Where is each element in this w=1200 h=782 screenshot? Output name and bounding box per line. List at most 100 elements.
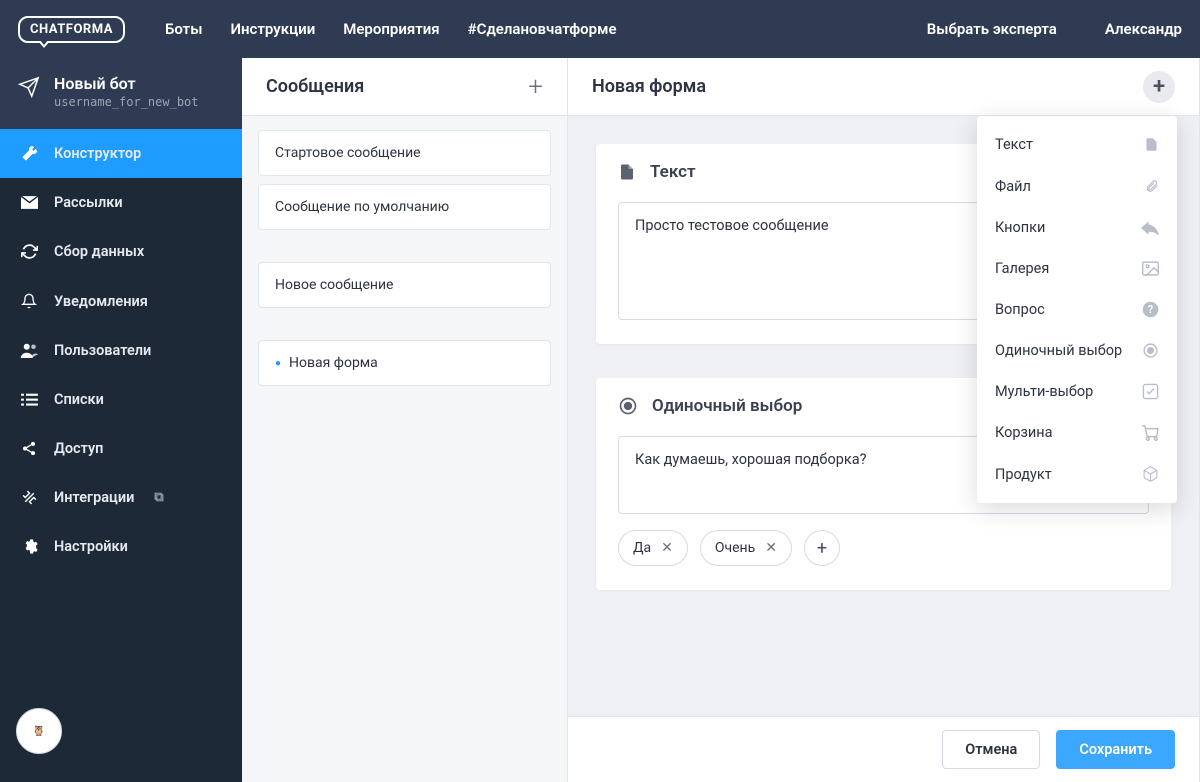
content: Сообщения + Стартовое сообщение Сообщени… bbox=[242, 58, 1200, 782]
avatar[interactable]: 🦉 bbox=[16, 708, 62, 754]
messages-column: Сообщения + Стартовое сообщение Сообщени… bbox=[242, 58, 568, 782]
messages-list: Стартовое сообщение Сообщение по умолчан… bbox=[242, 116, 567, 424]
dropdown-item-text[interactable]: Текст bbox=[977, 124, 1177, 165]
sidebar-item-lists[interactable]: Списки bbox=[0, 375, 242, 424]
share-icon bbox=[20, 440, 38, 457]
svg-text:?: ? bbox=[1148, 303, 1153, 316]
wrench-icon bbox=[20, 145, 38, 162]
choose-expert-link[interactable]: Выбрать эксперта bbox=[927, 20, 1057, 38]
dropdown-label: Продукт bbox=[995, 466, 1052, 483]
user-name[interactable]: Александр bbox=[1105, 20, 1182, 38]
sidebar-item-label: Списки bbox=[54, 391, 104, 408]
form-footer: Отмена Сохранить bbox=[568, 716, 1199, 782]
sidebar-item-label: Пользователи bbox=[54, 342, 151, 359]
option-chip[interactable]: Очень ✕ bbox=[700, 530, 792, 566]
dropdown-item-gallery[interactable]: Галерея bbox=[977, 248, 1177, 289]
dropdown-label: Текст bbox=[995, 136, 1033, 153]
dropdown-label: Одиночный выбор bbox=[995, 342, 1122, 359]
sidebar-item-broadcasts[interactable]: Рассылки bbox=[0, 178, 242, 227]
option-chip[interactable]: Да ✕ bbox=[618, 530, 688, 566]
nav-instructions[interactable]: Инструкции bbox=[230, 20, 315, 38]
dropdown-item-question[interactable]: Вопрос ? bbox=[977, 289, 1177, 330]
bot-header[interactable]: Новый бот username_for_new_bot bbox=[0, 58, 242, 129]
sidebar-item-users[interactable]: Пользователи bbox=[0, 326, 242, 375]
check-icon bbox=[1142, 383, 1159, 400]
option-label: Да bbox=[633, 540, 651, 556]
form-column: Новая форма + Текст Просто тестовое сооб… bbox=[568, 58, 1200, 782]
nav-hashtag[interactable]: #Сделановчатформе bbox=[468, 20, 617, 38]
dropdown-label: Вопрос bbox=[995, 301, 1045, 318]
refresh-icon bbox=[20, 243, 38, 260]
sidebar-item-label: Доступ bbox=[54, 440, 103, 457]
nav-events[interactable]: Мероприятия bbox=[343, 20, 439, 38]
sidebar-item-label: Конструктор bbox=[54, 145, 141, 162]
users-icon bbox=[20, 343, 38, 358]
remove-option-icon[interactable]: ✕ bbox=[661, 540, 673, 556]
bell-icon bbox=[20, 292, 38, 310]
sidebar-item-label: Рассылки bbox=[54, 194, 123, 211]
message-item-new-form[interactable]: Новая форма bbox=[258, 340, 551, 386]
dropdown-label: Кнопки bbox=[995, 219, 1045, 236]
nav-bots[interactable]: Боты bbox=[165, 20, 203, 38]
brand-logo[interactable]: CHATFORMA bbox=[18, 16, 125, 43]
dropdown-label: Мульти-выбор bbox=[995, 383, 1093, 400]
cart-icon bbox=[1141, 425, 1159, 441]
sidebar: Новый бот username_for_new_bot Конструкт… bbox=[0, 58, 242, 782]
messages-header: Сообщения + bbox=[242, 58, 567, 116]
add-message-button[interactable]: + bbox=[528, 72, 543, 102]
sidebar-item-settings[interactable]: Настройки bbox=[0, 522, 242, 571]
bot-title: Новый бот bbox=[54, 74, 199, 93]
sidebar-item-data[interactable]: Сбор данных bbox=[0, 227, 242, 276]
remove-option-icon[interactable]: ✕ bbox=[765, 540, 777, 556]
sidebar-item-integrations[interactable]: Интеграции ⧉ bbox=[0, 473, 242, 522]
dropdown-label: Файл bbox=[995, 178, 1031, 195]
gear-icon bbox=[20, 538, 38, 555]
sidebar-item-label: Настройки bbox=[54, 538, 128, 555]
sidebar-item-label: Сбор данных bbox=[54, 243, 144, 260]
sidebar-item-constructor[interactable]: Конструктор bbox=[0, 129, 242, 178]
message-item-start[interactable]: Стартовое сообщение bbox=[258, 130, 551, 176]
save-button[interactable]: Сохранить bbox=[1056, 730, 1175, 769]
doc-icon bbox=[1144, 136, 1159, 153]
sidebar-item-label: Интеграции bbox=[54, 489, 134, 506]
form-header: Новая форма + bbox=[568, 58, 1199, 116]
dropdown-label: Корзина bbox=[995, 424, 1053, 441]
add-block-dropdown: Текст Файл Кнопки Галерея Вопрос ? Одино… bbox=[977, 116, 1177, 503]
attach-icon bbox=[1145, 177, 1159, 195]
option-label: Очень bbox=[715, 540, 755, 556]
block-text-title: Текст bbox=[650, 162, 696, 182]
nav-links: Боты Инструкции Мероприятия #Сделановчат… bbox=[165, 20, 617, 38]
reply-icon bbox=[1141, 221, 1159, 235]
help-icon: ? bbox=[1142, 301, 1159, 318]
options-row: Да ✕ Очень ✕ + bbox=[618, 530, 1149, 566]
cancel-button[interactable]: Отмена bbox=[942, 730, 1040, 769]
sidebar-item-access[interactable]: Доступ bbox=[0, 424, 242, 473]
doc-icon bbox=[618, 162, 636, 182]
sidebar-item-label: Уведомления bbox=[54, 293, 148, 310]
plug-icon bbox=[20, 489, 38, 506]
dropdown-item-single[interactable]: Одиночный выбор bbox=[977, 330, 1177, 371]
radio-icon bbox=[618, 396, 638, 416]
dropdown-item-multi[interactable]: Мульти-выбор bbox=[977, 371, 1177, 412]
message-item-new[interactable]: Новое сообщение bbox=[258, 262, 551, 308]
list-icon bbox=[20, 393, 38, 407]
mail-icon bbox=[20, 196, 38, 209]
radio-icon bbox=[1142, 342, 1159, 359]
bot-username: username_for_new_bot bbox=[54, 95, 199, 109]
messages-title: Сообщения bbox=[266, 76, 364, 97]
block-single-title: Одиночный выбор bbox=[652, 396, 802, 416]
add-block-button[interactable]: + bbox=[1143, 71, 1175, 103]
message-item-default[interactable]: Сообщение по умолчанию bbox=[258, 184, 551, 230]
dropdown-item-product[interactable]: Продукт bbox=[977, 453, 1177, 495]
dropdown-item-cart[interactable]: Корзина bbox=[977, 412, 1177, 453]
sidebar-item-notifications[interactable]: Уведомления bbox=[0, 276, 242, 326]
top-nav: CHATFORMA Боты Инструкции Мероприятия #С… bbox=[0, 0, 1200, 58]
form-title: Новая форма bbox=[592, 76, 706, 97]
add-option-button[interactable]: + bbox=[804, 530, 840, 566]
box-icon bbox=[1142, 465, 1159, 483]
dropdown-item-file[interactable]: Файл bbox=[977, 165, 1177, 207]
external-link-icon: ⧉ bbox=[154, 490, 163, 505]
paper-plane-icon bbox=[18, 76, 40, 98]
nav-right: Выбрать эксперта Александр bbox=[927, 20, 1182, 38]
dropdown-item-buttons[interactable]: Кнопки bbox=[977, 207, 1177, 248]
